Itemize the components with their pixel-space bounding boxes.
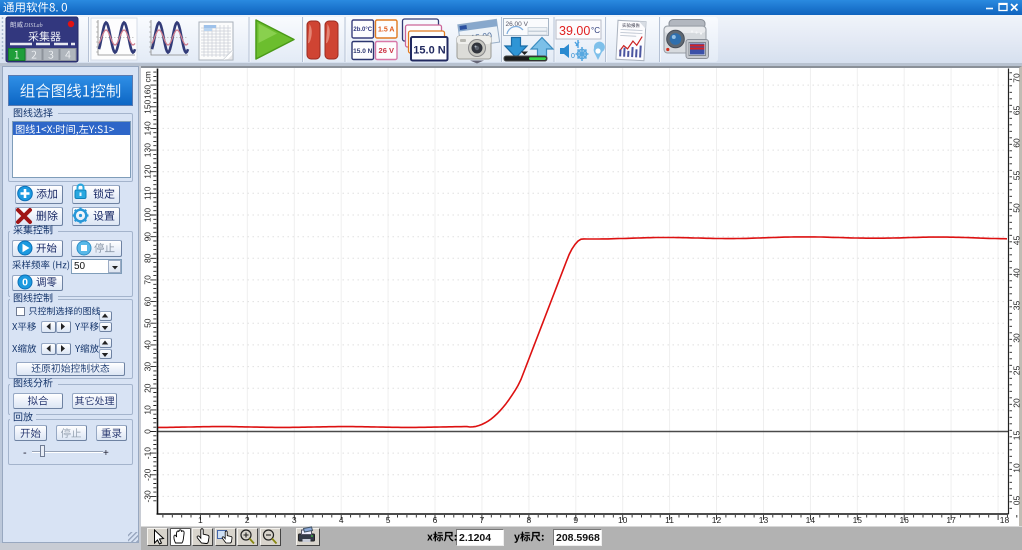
svg-text:100: 100	[143, 208, 153, 222]
svg-text:70: 70	[1012, 73, 1022, 83]
svg-text:130: 130	[143, 143, 153, 157]
svg-text:16: 16	[899, 515, 909, 525]
svg-text:35: 35	[1012, 301, 1022, 311]
svg-text:10: 10	[618, 515, 628, 525]
svg-text:+: +	[103, 448, 109, 459]
svg-text:0: 0	[571, 53, 575, 60]
svg-text:110: 110	[143, 186, 153, 200]
svg-text:3: 3	[292, 515, 297, 525]
svg-text:25: 25	[1012, 366, 1022, 376]
svg-text:160 cm: 160 cm	[143, 71, 153, 99]
svg-text:90: 90	[143, 232, 153, 242]
svg-text:05: 05	[1012, 496, 1022, 506]
svg-text:13: 13	[759, 515, 769, 525]
svg-text:17: 17	[946, 515, 956, 525]
svg-text:-30: -30	[143, 490, 153, 503]
svg-text:8: 8	[527, 515, 532, 525]
svg-text:10: 10	[143, 405, 153, 415]
svg-text:12: 12	[712, 515, 722, 525]
svg-text:65: 65	[1012, 106, 1022, 116]
svg-text:11: 11	[665, 515, 674, 525]
svg-text:30: 30	[143, 362, 153, 372]
svg-text:7: 7	[480, 515, 485, 525]
svg-text:0: 0	[22, 277, 28, 289]
svg-text:6: 6	[433, 515, 438, 525]
svg-text:208.5968: 208.5968	[556, 532, 600, 544]
svg-text:1: 1	[198, 515, 203, 525]
svg-text:60: 60	[143, 297, 153, 307]
svg-text:2.1204: 2.1204	[459, 532, 491, 544]
svg-text:2: 2	[245, 515, 250, 525]
svg-text:15: 15	[853, 515, 863, 525]
svg-text:150: 150	[143, 99, 153, 113]
svg-text:DISLab: DISLab	[23, 23, 43, 29]
svg-text:26 V: 26 V	[379, 46, 394, 55]
svg-text:120: 120	[143, 164, 153, 178]
svg-text:15.0 N: 15.0 N	[353, 48, 372, 55]
svg-text:2b.0°C: 2b.0°C	[353, 27, 372, 33]
svg-text:40: 40	[143, 340, 153, 350]
svg-text:39.00: 39.00	[559, 24, 590, 38]
svg-text:50: 50	[143, 318, 153, 328]
svg-text:45: 45	[1012, 236, 1022, 246]
svg-text:70: 70	[143, 275, 153, 285]
svg-text:-20: -20	[143, 468, 153, 481]
svg-text:140: 140	[143, 121, 153, 135]
svg-text:°C: °C	[591, 26, 600, 35]
svg-text:0: 0	[143, 429, 153, 434]
svg-text:18: 18	[1000, 515, 1010, 525]
svg-text:9: 9	[573, 515, 578, 525]
svg-text:20: 20	[1012, 398, 1022, 408]
svg-text:30: 30	[1012, 333, 1022, 343]
svg-text:4: 4	[339, 515, 344, 525]
svg-text:50: 50	[74, 261, 86, 272]
svg-text:10: 10	[1012, 463, 1022, 473]
svg-text:80: 80	[143, 253, 153, 263]
svg-text:55: 55	[1012, 171, 1022, 181]
svg-text:50: 50	[1012, 203, 1022, 213]
svg-text:60: 60	[1012, 138, 1022, 148]
svg-text:5: 5	[386, 515, 391, 525]
svg-text:1.5 A: 1.5 A	[378, 27, 394, 34]
svg-text:-: -	[23, 447, 27, 459]
svg-text:15: 15	[1012, 431, 1022, 441]
svg-text:14: 14	[806, 515, 816, 525]
svg-text:40: 40	[1012, 268, 1022, 278]
svg-text:-10: -10	[143, 447, 153, 460]
svg-text:20: 20	[143, 383, 153, 393]
svg-text:15.0 N: 15.0 N	[413, 45, 445, 57]
